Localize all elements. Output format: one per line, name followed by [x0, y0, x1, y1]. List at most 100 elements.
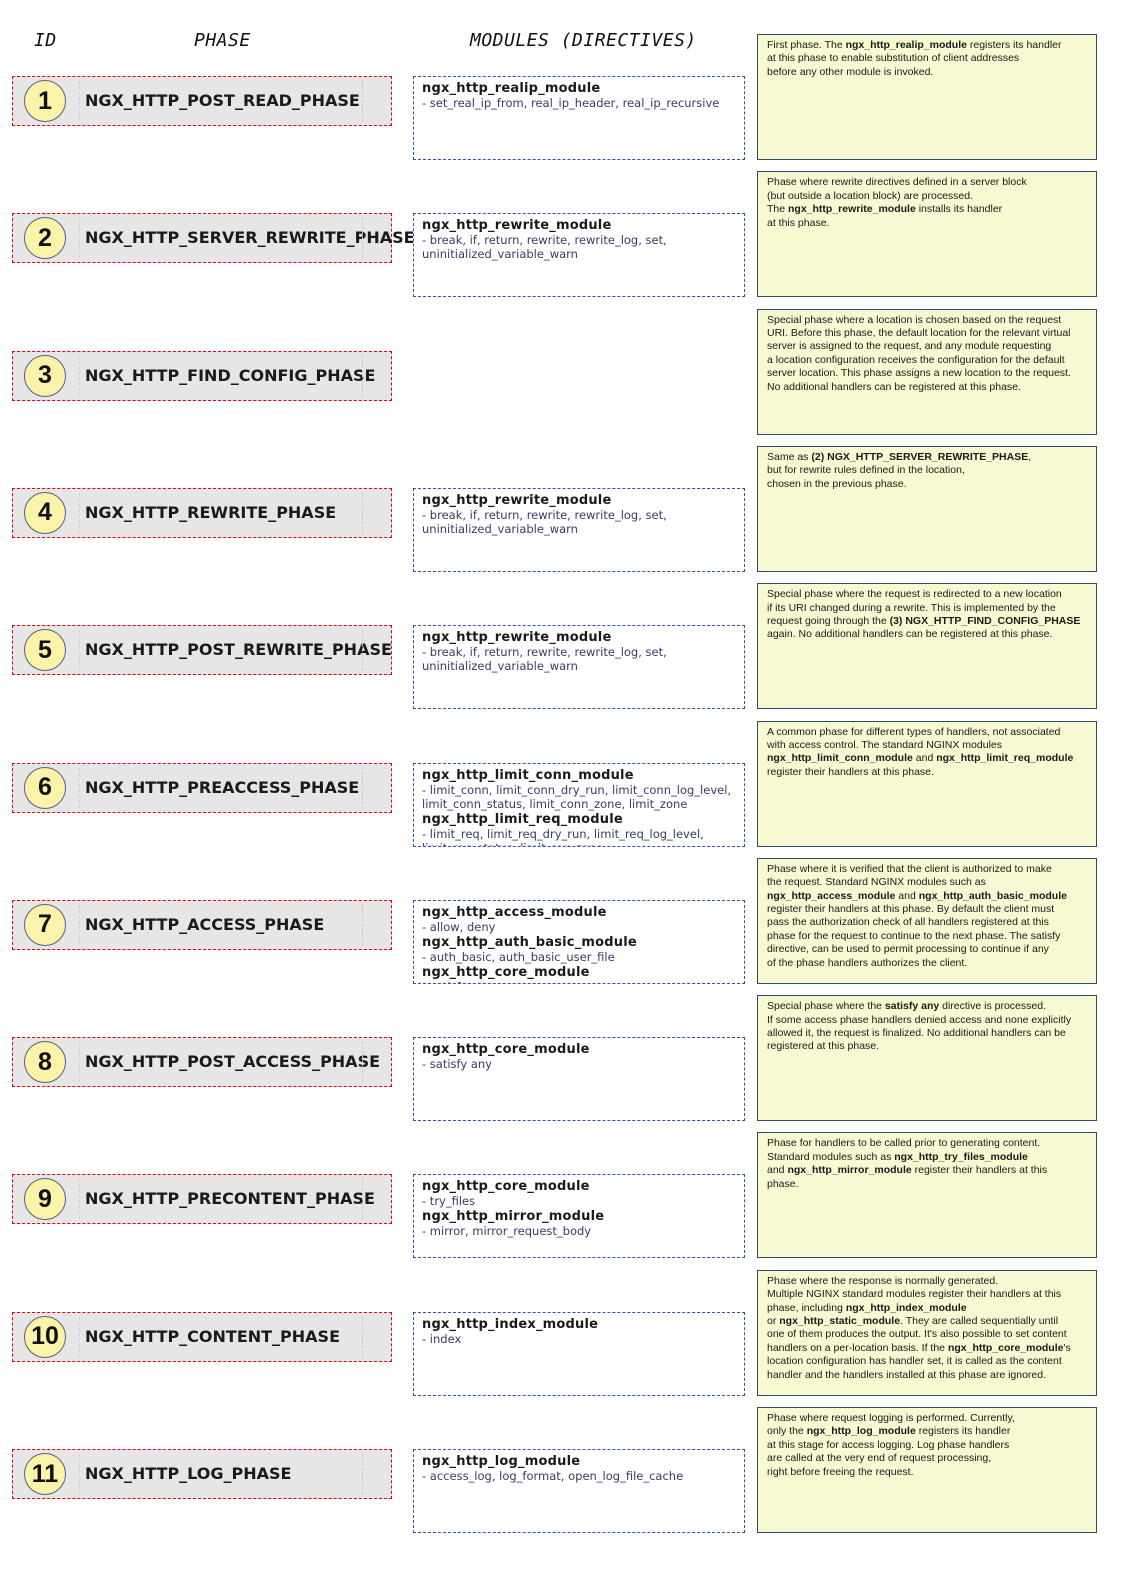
description-highlight: (3) NGX_HTTP_FIND_CONFIG_PHASE: [889, 615, 1081, 627]
module-directives: - break, if, return, rewrite, rewrite_lo…: [422, 233, 667, 262]
phase-name: NGX_HTTP_PRECONTENT_PHASE: [85, 1189, 375, 1209]
module-name: ngx_http_core_module: [422, 1179, 590, 1195]
phase-box-divider: [79, 355, 80, 396]
description-highlight: ngx_http_log_module: [806, 1425, 916, 1438]
modules-box: ngx_http_index_module - index: [413, 1311, 745, 1396]
phase-id-badge: 5: [24, 629, 66, 672]
phase-name: NGX_HTTP_POST_REWRITE_PHASE: [85, 640, 392, 660]
phase-description: Special phase where the satisfy any dire…: [757, 995, 1097, 1122]
modules-box: ngx_http_rewrite_module - break, if, retu…: [413, 487, 745, 572]
phase-box: 3 NGX_HTTP_FIND_CONFIG_PHASE: [12, 350, 392, 401]
module-directives: - break, if, return, rewrite, rewrite_lo…: [422, 645, 667, 674]
description-highlight: ngx_http_realip_module: [845, 39, 967, 51]
phase-id-badge: 11: [24, 1453, 66, 1495]
description-highlight: ngx_http_limit_req_module: [936, 752, 1074, 765]
description-highlight: ngx_http_static_module: [779, 1314, 901, 1327]
phase-box-divider: [79, 1454, 80, 1494]
phase-row: 2 NGX_HTTP_SERVER_REWRITE_PHASE ngx_http_r…: [0, 171, 1123, 299]
phase-box: 5 NGX_HTTP_POST_REWRITE_PHASE: [12, 625, 392, 676]
phase-name: NGX_HTTP_PREACCESS_PHASE: [85, 777, 360, 797]
phase-description: Phase where the response is normally gen…: [757, 1269, 1097, 1396]
module-directives: - limit_conn, limit_conn_dry_run, limit_…: [422, 782, 732, 811]
phase-id-badge: 2: [24, 217, 66, 260]
phase-row: 4 NGX_HTTP_REWRITE_PHASE ngx_http_rewrite_…: [0, 445, 1123, 574]
phase-row: 7 NGX_HTTP_ACCESS_PHASE ngx_http_access_mo…: [0, 857, 1123, 986]
phase-box: 2 NGX_HTTP_SERVER_REWRITE_PHASE: [12, 213, 415, 264]
phase-box-divider: [79, 492, 80, 533]
phase-description: Phase where rewrite directives defined i…: [757, 171, 1097, 298]
module-directives: - mirror, mirror_request_body: [422, 1224, 592, 1239]
phase-name: NGX_HTTP_LOG_PHASE: [85, 1464, 292, 1483]
module-name: ngx_http_rewrite_module: [422, 630, 612, 646]
phase-row: 10 NGX_HTTP_CONTENT_PHASE ngx_http_index_m…: [0, 1269, 1123, 1398]
module-directives: - break, if, return, rewrite, rewrite_lo…: [422, 507, 667, 536]
phase-id-badge: 8: [24, 1041, 66, 1084]
module-directives: - limit_req, limit_req_dry_run, limit_re…: [422, 826, 704, 846]
modules-box: ngx_http_rewrite_module - break, if, retu…: [413, 213, 745, 298]
phase-box: 7 NGX_HTTP_ACCESS_PHASE: [12, 899, 392, 950]
phase-box-divider: [79, 1179, 80, 1220]
modules-box: ngx_http_core_module - satisfy any: [413, 1037, 745, 1122]
module-directives: - access_log, log_format, open_log_file_…: [422, 1469, 684, 1483]
phase-row: 3 NGX_HTTP_FIND_CONFIG_PHASE Special phase…: [0, 308, 1123, 437]
phase-box-divider: [79, 767, 80, 808]
module-name: ngx_http_mirror_module: [422, 1209, 605, 1225]
phase-id-badge: 4: [24, 491, 66, 534]
phase-row: 11 NGX_HTTP_LOG_PHASE ngx_http_log_module -…: [0, 1407, 1123, 1535]
phase-box: 8 NGX_HTTP_POST_ACCESS_PHASE: [12, 1037, 392, 1088]
module-name: ngx_http_core_module: [422, 964, 590, 980]
module-name: ngx_http_limit_conn_module: [422, 767, 634, 783]
description-highlight: ngx_http_auth_basic_module: [918, 889, 1067, 902]
phase-description: Phase where it is verified that the clie…: [757, 857, 1097, 984]
description-highlight: (2) NGX_HTTP_SERVER_REWRITE_PHASE: [811, 450, 1029, 463]
phase-box: 4 NGX_HTTP_REWRITE_PHASE: [12, 487, 392, 538]
phase-row: 5 NGX_HTTP_POST_REWRITE_PHASE ngx_http_rew…: [0, 583, 1123, 711]
phase-box-divider: [79, 904, 80, 945]
phase-box-divider: [79, 1042, 80, 1083]
phase-description: First phase. The ngx_http_realip_module …: [757, 34, 1097, 160]
phase-box-divider: [79, 630, 80, 671]
phase-id-badge: 10: [24, 1315, 66, 1358]
modules-box: ngx_http_limit_conn_module - limit_conn, …: [413, 762, 745, 847]
phase-id-badge: 3: [24, 354, 66, 397]
phase-box: 1 NGX_HTTP_POST_READ_PHASE: [12, 76, 392, 126]
module-directives: - allow, deny: [422, 919, 496, 934]
module-name: ngx_http_core_module: [422, 1042, 590, 1058]
description-highlight: ngx_http_mirror_module: [787, 1164, 912, 1177]
modules-box: ngx_http_log_module - access_log, log_for…: [413, 1449, 745, 1533]
phase-row: 6 NGX_HTTP_PREACCESS_PHASE ngx_http_limit_…: [0, 720, 1123, 849]
description-highlight: ngx_http_access_module: [767, 889, 896, 902]
phase-row: 1 NGX_HTTP_POST_READ_PHASE ngx_http_realip…: [0, 34, 1123, 162]
phase-row: 8 NGX_HTTP_POST_ACCESS_PHASE ngx_http_core…: [0, 995, 1123, 1123]
module-name: ngx_http_access_module: [422, 904, 607, 920]
module-name: ngx_http_index_module: [422, 1316, 599, 1332]
phase-id-badge: 6: [24, 766, 66, 809]
description-highlight: ngx_http_index_module: [845, 1301, 967, 1314]
module-directives: - index: [422, 1331, 462, 1346]
module-directives: - satisfy any: [422, 1057, 492, 1072]
description-highlight: satisfy any: [884, 1000, 940, 1013]
phase-name: NGX_HTTP_POST_READ_PHASE: [85, 91, 360, 110]
module-name: ngx_http_limit_req_module: [422, 811, 623, 827]
phase-name: NGX_HTTP_REWRITE_PHASE: [85, 502, 337, 522]
module-name: ngx_http_auth_basic_module: [422, 934, 637, 950]
module-name: ngx_http_log_module: [422, 1454, 581, 1469]
phase-box: 9 NGX_HTTP_PRECONTENT_PHASE: [12, 1174, 392, 1225]
phase-row: 9 NGX_HTTP_PRECONTENT_PHASE ngx_http_core_…: [0, 1132, 1123, 1260]
description-highlight: ngx_http_rewrite_module: [788, 203, 916, 216]
phase-id-badge: 7: [24, 903, 66, 946]
phase-box-divider: [79, 1316, 80, 1357]
phase-box: 11 NGX_HTTP_LOG_PHASE: [12, 1449, 392, 1499]
module-name: ngx_http_realip_module: [422, 81, 601, 96]
module-directives: - auth_basic, auth_basic_user_file: [422, 949, 615, 964]
phase-name: NGX_HTTP_SERVER_REWRITE_PHASE: [85, 228, 415, 248]
description-highlight: ngx_http_try_files_module: [894, 1150, 1028, 1163]
phase-description: Special phase where a location is chosen…: [757, 308, 1097, 435]
phase-box: 6 NGX_HTTP_PREACCESS_PHASE: [12, 762, 392, 813]
modules-box: ngx_http_access_module - allow, deny ngx_h…: [413, 899, 745, 984]
phase-name: NGX_HTTP_POST_ACCESS_PHASE: [85, 1052, 381, 1072]
phase-name: NGX_HTTP_ACCESS_PHASE: [85, 914, 325, 934]
modules-box: ngx_http_realip_module - set_real_ip_from…: [413, 76, 745, 160]
phase-name: NGX_HTTP_FIND_CONFIG_PHASE: [85, 365, 376, 385]
phase-description: Special phase where the request is redir…: [757, 583, 1097, 710]
